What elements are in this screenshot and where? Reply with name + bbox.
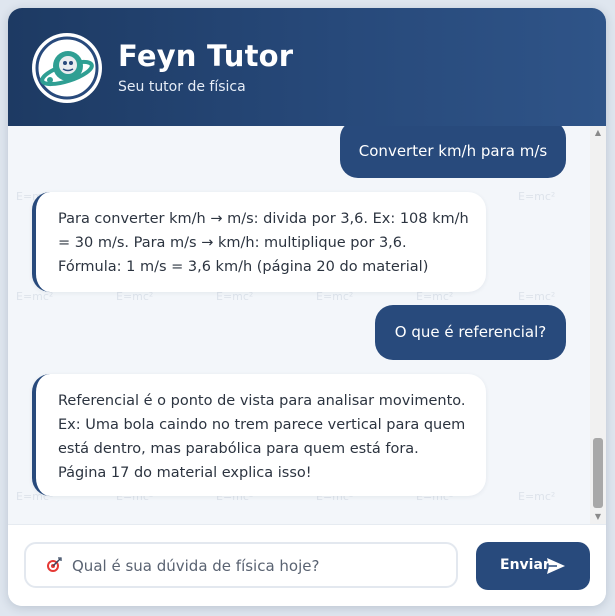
bot-message: Referencial é o ponto de vista para anal…	[32, 374, 486, 496]
bot-message-line: Referencial é o ponto de vista para anal…	[58, 393, 466, 409]
message-input[interactable]	[70, 550, 444, 582]
send-arrow-icon	[547, 558, 565, 574]
watermark: E=mc²	[518, 290, 556, 303]
target-icon	[47, 557, 62, 572]
bot-message-line: Fórmula: 1 m/s = 3,6 km/h (página 20 do …	[58, 259, 429, 275]
message-list[interactable]: E=mc² E=mc² E=mc² E=mc² E=mc² E=mc² E=mc…	[8, 126, 606, 524]
scroll-thumb[interactable]	[593, 438, 603, 508]
bot-message-line: Ex: Uma bola caindo no trem parece verti…	[58, 417, 466, 433]
composer: Enviar	[8, 524, 606, 606]
bot-message-line: Página 17 do material explica isso!	[58, 465, 312, 481]
send-button-label: Enviar	[500, 557, 550, 573]
bot-message: Para converter km/h → m/s: divida por 3,…	[32, 192, 486, 292]
chat-header: Feyn Tutor Seu tutor de física	[8, 8, 606, 126]
astronaut-planet-icon	[35, 36, 99, 100]
send-button[interactable]: Enviar	[476, 542, 590, 590]
app-subtitle: Seu tutor de física	[118, 79, 246, 95]
watermark: E=mc²	[518, 190, 556, 203]
chat-scrollbar[interactable]: ▲ ▼	[590, 126, 606, 524]
scroll-down-arrow-icon[interactable]: ▼	[590, 510, 606, 524]
user-message: O que é referencial?	[375, 305, 566, 360]
watermark: E=mc²	[518, 490, 556, 503]
bot-message-line: = 30 m/s. Para m/s → km/h: multiplique p…	[58, 235, 407, 251]
bot-message-line: Para converter km/h → m/s: divida por 3,…	[58, 211, 469, 227]
scroll-up-arrow-icon[interactable]: ▲	[590, 126, 606, 140]
chat-window: Feyn Tutor Seu tutor de física E=mc² E=m…	[8, 8, 606, 606]
message-input-wrapper[interactable]	[24, 542, 458, 588]
app-title: Feyn Tutor	[118, 39, 294, 73]
user-message: Converter km/h para m/s	[340, 126, 566, 178]
bot-message-line: está dentro, mas parabólica para quem es…	[58, 441, 419, 457]
avatar	[32, 33, 102, 103]
